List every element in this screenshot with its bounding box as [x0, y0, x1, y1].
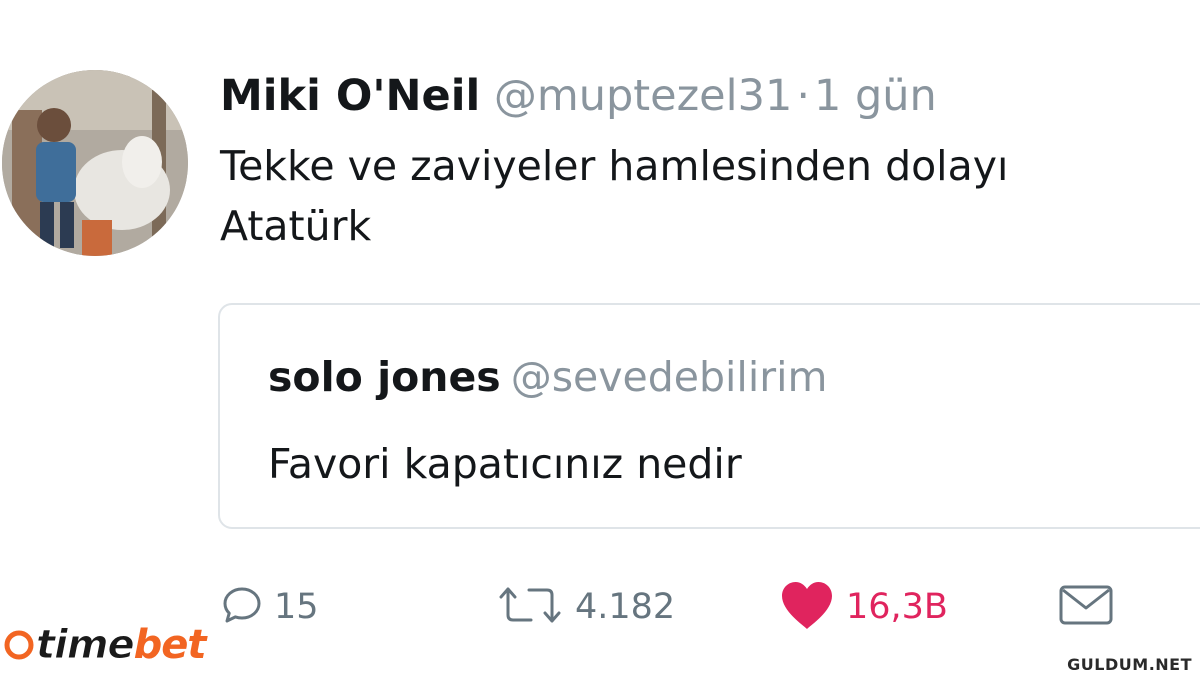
quoted-tweet-header: solo jones @sevedebilirim — [268, 351, 827, 403]
timebet-logo-mark — [4, 630, 34, 660]
quoted-author-handle: @sevedebilirim — [510, 353, 828, 401]
tweet-text-line: Tekke ve zaviyeler hamlesinden dolayı — [220, 142, 1009, 190]
tweet-text: Tekke ve zaviyeler hamlesinden dolayı At… — [220, 136, 1195, 256]
tweet-text-line: Atatürk — [220, 202, 372, 250]
reply-icon — [220, 583, 264, 631]
quoted-tweet-text: Favori kapatıcınız nedir — [268, 440, 742, 488]
quoted-tweet[interactable]: solo jones @sevedebilirim Favori kapatıcı… — [218, 303, 1200, 529]
reply-count: 15 — [274, 587, 319, 627]
guldum-watermark: GULDUM.NET — [1067, 655, 1192, 674]
logo-time: time — [36, 622, 136, 668]
envelope-icon — [1058, 583, 1114, 631]
like-button[interactable]: 16,3B — [778, 575, 948, 639]
tweet-header: Miki O'Neil @muptezel31·1 gün — [220, 68, 937, 124]
separator-dot: · — [796, 71, 810, 121]
tweet-time[interactable]: 1 gün — [814, 71, 937, 121]
heart-icon — [778, 579, 836, 635]
avatar[interactable] — [2, 70, 188, 256]
timebet-logo: timebet — [4, 616, 207, 674]
like-count: 16,3B — [846, 587, 948, 627]
author-name[interactable]: Miki O'Neil — [220, 71, 480, 121]
direct-message-button[interactable] — [1058, 575, 1114, 639]
retweet-count: 4.182 — [575, 587, 676, 627]
reply-button[interactable]: 15 — [220, 575, 319, 639]
retweet-icon — [495, 583, 565, 631]
logo-bet: bet — [133, 622, 207, 668]
author-handle[interactable]: @muptezel31 — [494, 71, 792, 121]
retweet-button[interactable]: 4.182 — [495, 575, 675, 639]
timebet-logo-text: timebet — [36, 622, 207, 668]
quoted-author-name: solo jones — [268, 353, 501, 401]
